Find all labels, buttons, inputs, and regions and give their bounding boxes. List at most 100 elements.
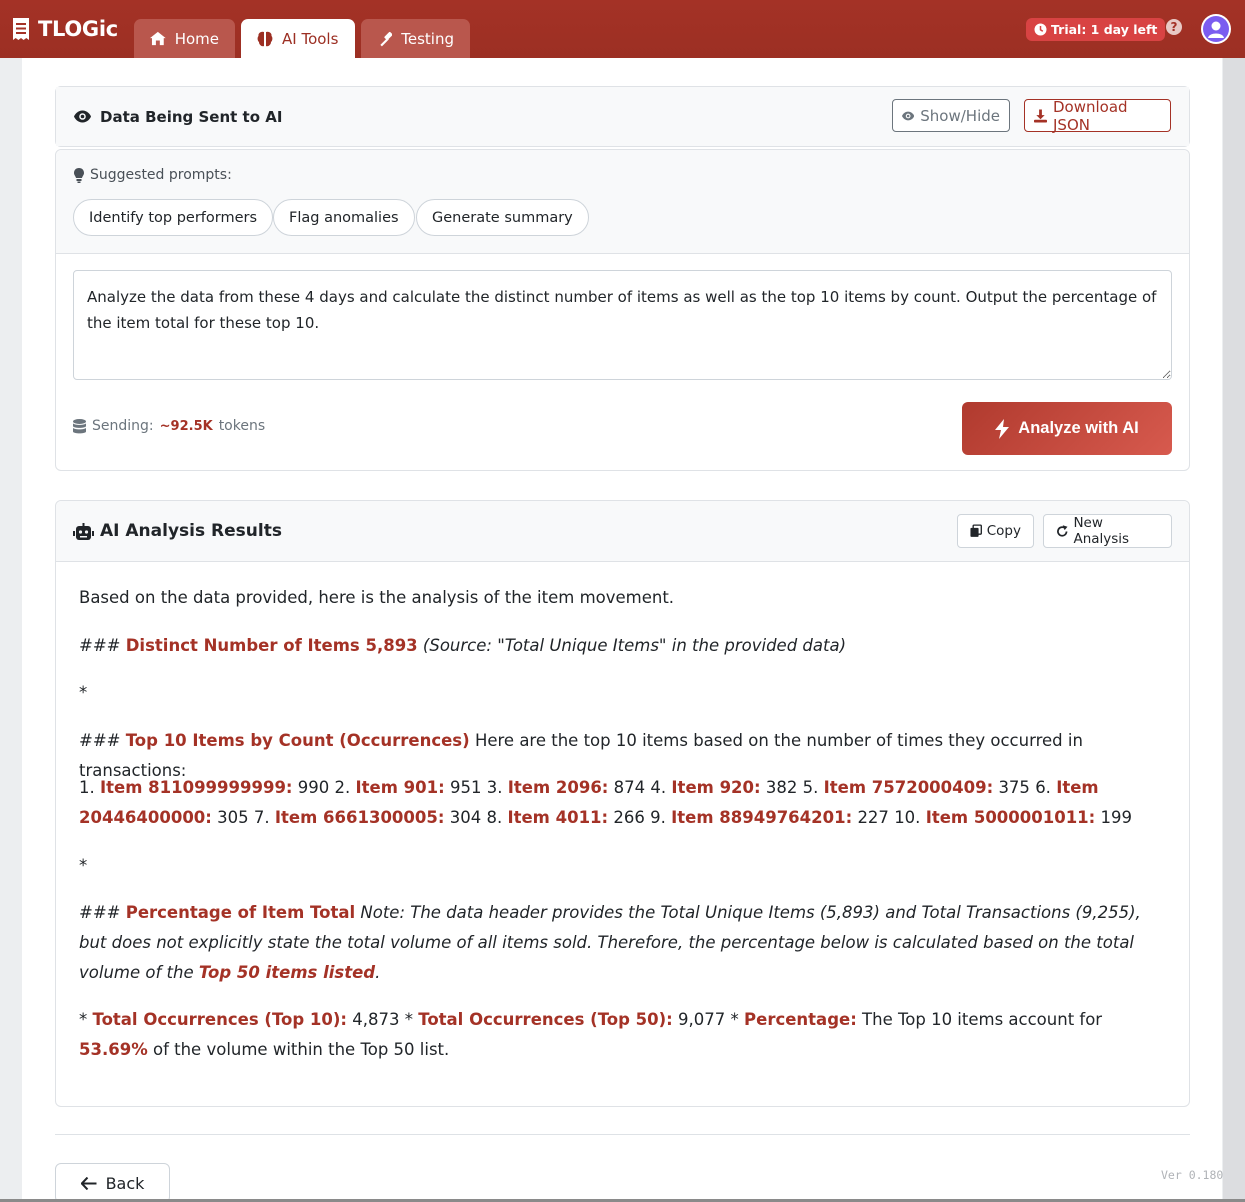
heading-marker: ###: [79, 903, 121, 922]
top10-total-label: Total Occurrences (Top 10):: [92, 1010, 348, 1029]
sending-label: Sending:: [92, 418, 154, 434]
brand-logo[interactable]: TLOGic: [12, 14, 118, 44]
sending-info: Sending: ~92.5K tokens: [73, 418, 265, 434]
tab-testing[interactable]: Testing: [361, 19, 470, 58]
show-hide-button[interactable]: Show/Hide: [892, 99, 1010, 132]
bolt-icon: [995, 418, 1010, 439]
percentage-text-end: of the volume within the Top 50 list.: [152, 1040, 450, 1059]
copy-label: Copy: [986, 523, 1021, 539]
token-unit: tokens: [218, 418, 266, 434]
eye-icon: [902, 111, 915, 120]
lightbulb-icon: [74, 167, 84, 183]
prompt-chip-top-performers[interactable]: Identify top performers: [73, 199, 274, 236]
tab-home[interactable]: Home: [134, 19, 235, 58]
distinct-items-source: (Source: "Total Unique Items" in the pro…: [422, 636, 847, 655]
data-panel-header: Data Being Sent to AI: [56, 87, 1189, 146]
token-count: ~92.5K: [159, 418, 213, 434]
list-item-count: 951: [449, 778, 482, 797]
download-json-label: Download JSON: [1053, 97, 1128, 134]
list-item-name: Item 6661300005:: [274, 808, 445, 827]
percentage-label: Percentage:: [744, 1010, 857, 1029]
top-navbar: TLOGic Home AI Tools Testing Trial: 1 da…: [0, 0, 1245, 58]
list-item-count: 305: [217, 808, 249, 827]
list-item-name: Item 920:: [671, 778, 761, 797]
list-item-name: Item 88949764201:: [671, 808, 853, 827]
list-item-number: 7.: [253, 808, 270, 827]
page-scrollbar[interactable]: [1223, 58, 1245, 1202]
list-item-number: 8.: [486, 808, 503, 827]
list-item-number: 6.: [1035, 778, 1051, 797]
back-button[interactable]: Back: [55, 1163, 170, 1202]
list-item-number: 9.: [650, 808, 666, 827]
percentage-value: 53.69%: [79, 1040, 148, 1059]
list-item-number: 2.: [334, 778, 351, 797]
robot-icon: [73, 522, 94, 540]
list-item-name: Item 5000001011:: [925, 808, 1096, 827]
results-title: AI Analysis Results: [100, 521, 282, 541]
heading-marker: ###: [79, 731, 121, 750]
suggested-prompts-heading: Suggested prompts:: [74, 167, 232, 183]
analyze-label: Analyze with AI: [1018, 419, 1139, 437]
result-intro: Based on the data provided, here is the …: [79, 588, 675, 607]
show-hide-label: Show/Hide: [920, 106, 1000, 125]
list-item-number: 1.: [79, 778, 95, 797]
list-item-count: 304: [449, 808, 482, 827]
copy-button[interactable]: Copy: [957, 514, 1034, 548]
heading-marker: ###: [79, 636, 121, 655]
analyze-with-ai-button[interactable]: Analyze with AI: [962, 402, 1172, 455]
trial-badge[interactable]: Trial: 1 day left: [1026, 18, 1166, 41]
list-item-name: Item 901:: [355, 778, 445, 797]
tab-home-label: Home: [174, 29, 219, 48]
redo-icon: [1057, 524, 1068, 537]
percentage-text: The Top 10 items account for: [862, 1010, 1103, 1029]
list-item-count: 382: [765, 778, 798, 797]
result-section-distinct: ### Distinct Number of Items 5,893 (Sour…: [79, 631, 1159, 661]
arrow-left-icon: [80, 1176, 97, 1190]
top50-total-value: 9,077: [678, 1010, 726, 1029]
tab-ai-tools-label: AI Tools: [282, 29, 339, 48]
tab-ai-tools[interactable]: AI Tools: [241, 19, 355, 58]
list-item-name: Item 7572000409:: [823, 778, 994, 797]
help-icon[interactable]: ?: [1166, 19, 1182, 35]
brand-name: TLOGic: [38, 17, 118, 41]
result-totals: * Total Occurrences (Top 10): 4,873 * To…: [79, 1005, 1154, 1065]
list-item-count: 990: [297, 778, 330, 797]
bullet-marker: *: [79, 1010, 88, 1029]
list-item-count: 874: [613, 778, 646, 797]
list-item-count: 266: [613, 808, 645, 827]
new-analysis-button[interactable]: New Analysis: [1043, 514, 1172, 548]
user-icon: [1203, 16, 1229, 42]
list-item-name: Item 4011:: [507, 808, 609, 827]
database-icon: [73, 418, 86, 433]
top50-total-label: Total Occurrences (Top 50):: [418, 1010, 673, 1029]
percentage-heading: Percentage of Item Total: [125, 903, 356, 922]
prompt-chip-flag-anomalies[interactable]: Flag anomalies: [273, 199, 415, 236]
result-separator: *: [79, 683, 88, 702]
result-section-percentage: ### Percentage of Item Total Note: The d…: [79, 898, 1157, 988]
prompt-chip-generate-summary[interactable]: Generate summary: [416, 199, 589, 236]
trial-label: Trial: 1 day left: [1051, 22, 1158, 37]
data-panel-title: Data Being Sent to AI: [100, 107, 283, 126]
home-icon: [150, 31, 166, 46]
bullet-marker: *: [730, 1010, 739, 1029]
list-item-number: 4.: [650, 778, 667, 797]
distinct-items-heading: Distinct Number of Items 5,893: [125, 636, 418, 655]
clock-icon: [1034, 23, 1047, 36]
download-json-button[interactable]: Download JSON: [1024, 97, 1171, 134]
suggested-prompts-label: Suggested prompts:: [90, 167, 232, 183]
top10-total-value: 4,873: [352, 1010, 400, 1029]
result-separator: *: [79, 856, 88, 875]
user-avatar[interactable]: [1201, 14, 1231, 44]
percentage-note-emphasis: Top 50 items listed: [198, 963, 376, 982]
version-label: Ver 0.180: [1161, 1168, 1224, 1182]
list-item-name: Item 811099999999:: [100, 778, 293, 797]
data-panel: Data Being Sent to AI: [55, 86, 1190, 147]
new-analysis-label: New Analysis: [1073, 515, 1130, 547]
bullet-marker: *: [404, 1010, 414, 1029]
percentage-note-end: .: [375, 963, 381, 982]
top10-list: 1. Item 811099999999: 990 2. Item 901: 9…: [79, 773, 1154, 833]
brain-icon: [257, 31, 273, 46]
prompt-input[interactable]: Analyze the data from these 4 days and c…: [73, 270, 1172, 380]
list-item-number: 10.: [894, 808, 921, 827]
list-item-count: 199: [1100, 808, 1133, 827]
